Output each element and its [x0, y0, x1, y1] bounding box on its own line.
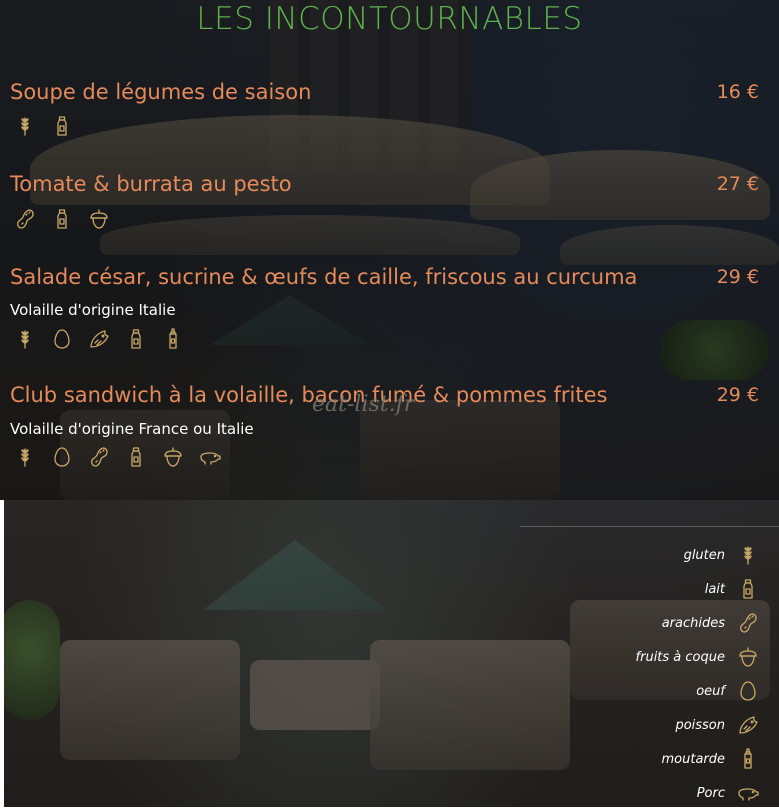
divider — [0, 500, 4, 807]
legend-item-moutarde: moutarde — [661, 742, 759, 776]
lait-icon — [737, 578, 759, 600]
lait-icon — [125, 328, 147, 350]
arachides-icon — [88, 446, 110, 468]
legend-item-poisson: poisson — [675, 708, 759, 742]
dish-name: Club sandwich à la volaille, bacon fumé … — [10, 383, 608, 407]
dish-price: 27 € — [716, 173, 759, 195]
fruits-a-coque-icon — [162, 446, 184, 468]
porc-icon — [199, 446, 221, 468]
gluten-icon — [737, 544, 759, 566]
legend-label: moutarde — [661, 751, 725, 767]
menu-title: LES INCONTOURNABLES — [196, 1, 583, 37]
legend-item-arachides: arachides — [662, 606, 759, 640]
allergen-icons — [14, 446, 221, 468]
poisson-icon — [737, 714, 759, 736]
dish-origin: Volaille d'origine France ou Italie — [10, 420, 254, 438]
fruits-a-coque-icon — [737, 646, 759, 668]
fruits-a-coque-icon — [88, 208, 110, 230]
dish-price: 16 € — [716, 81, 759, 103]
legend-label: lait — [704, 581, 725, 597]
legend-label: oeuf — [696, 683, 725, 699]
legend-item-gluten: gluten — [684, 538, 759, 572]
allergen-icons — [14, 208, 110, 230]
watermark: eat-list.fr — [312, 392, 415, 417]
allergen-icons — [14, 328, 184, 350]
oeuf-icon — [737, 680, 759, 702]
legend-label: gluten — [683, 547, 725, 563]
oeuf-icon — [51, 328, 73, 350]
moutarde-icon — [737, 748, 759, 770]
legend-label: Porc — [696, 785, 725, 801]
lait-icon — [51, 115, 73, 137]
sofa — [60, 640, 240, 760]
dish-origin: Volaille d'origine Italie — [10, 301, 176, 319]
gluten-icon — [14, 115, 36, 137]
arachides-icon — [14, 208, 36, 230]
dish-name: Salade césar, sucrine & œufs de caille, … — [10, 265, 638, 289]
lait-icon — [51, 208, 73, 230]
glass-roof — [203, 540, 387, 610]
arachides-icon — [737, 612, 759, 634]
lait-icon — [125, 446, 147, 468]
dish-price: 29 € — [716, 266, 759, 288]
legend-item-oeuf: oeuf — [696, 674, 759, 708]
porc-icon — [737, 782, 759, 804]
legend-label: arachides — [661, 615, 725, 631]
dish-price: 29 € — [716, 384, 759, 406]
legend-item-fruits-a-coque: fruits à coque — [636, 640, 759, 674]
moutarde-icon — [162, 328, 184, 350]
dish-name: Tomate & burrata au pesto — [10, 172, 292, 196]
divider — [520, 526, 779, 527]
oeuf-icon — [51, 446, 73, 468]
dish-name: Soupe de légumes de saison — [10, 80, 312, 104]
gluten-icon — [14, 446, 36, 468]
legend-item-lait: lait — [705, 572, 759, 606]
legend-label: fruits à coque — [635, 649, 725, 665]
table — [250, 660, 380, 730]
plant — [0, 600, 60, 720]
legend-item-porc: Porc — [697, 776, 759, 810]
legend-label: poisson — [675, 717, 725, 733]
poisson-icon — [88, 328, 110, 350]
gluten-icon — [14, 328, 36, 350]
allergen-icons — [14, 115, 73, 137]
sofa — [370, 640, 570, 770]
